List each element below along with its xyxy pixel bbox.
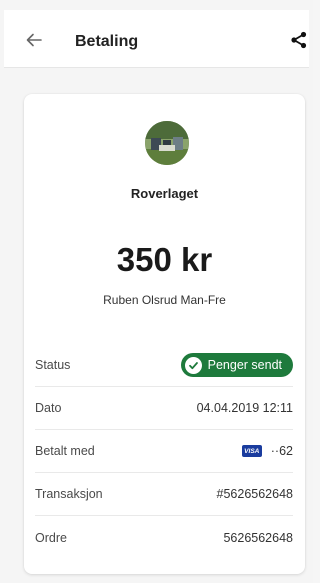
order-label: Ordre xyxy=(35,530,67,545)
date-row: Dato 04.04.2019 12:11 xyxy=(35,387,293,430)
transaction-value: #5626562648 xyxy=(216,487,293,501)
order-row: Ordre 5626562648 xyxy=(35,516,293,559)
screen: Betaling Roverlaget 350 kr Ruben Olsrud … xyxy=(0,0,313,583)
merchant-photo-image xyxy=(145,121,189,165)
transaction-label: Transaksjon xyxy=(35,487,103,501)
share-icon xyxy=(291,31,307,49)
paid-with-row: Betalt med VISA ··62 xyxy=(35,430,293,473)
status-badge: Penger sendt xyxy=(180,353,293,377)
back-button[interactable] xyxy=(24,30,44,50)
paid-with-value: VISA ··62 xyxy=(241,444,293,458)
date-label: Dato xyxy=(35,401,62,415)
receipt-card: Roverlaget 350 kr Ruben Olsrud Man-Fre S… xyxy=(24,94,305,574)
paid-with-label: Betalt med xyxy=(35,444,95,458)
details-list: Status Penger sendt Dato 04.04.2019 12:1… xyxy=(35,344,293,559)
order-value: 5626562648 xyxy=(223,530,293,545)
status-text: Penger sendt xyxy=(207,358,282,372)
page-title: Betaling xyxy=(75,33,139,50)
status-row: Status Penger sendt xyxy=(35,344,293,387)
status-label: Status xyxy=(35,358,71,372)
date-value: 04.04.2019 12:11 xyxy=(196,401,293,415)
card-suffix: ··62 xyxy=(270,444,293,458)
payer-name: Ruben Olsrud Man-Fre xyxy=(103,293,226,307)
visa-card-icon: VISA xyxy=(241,445,262,457)
merchant-avatar xyxy=(145,121,189,165)
payment-amount: 350 kr xyxy=(116,241,213,278)
merchant-name: Roverlaget xyxy=(130,186,199,201)
transaction-row: Transaksjon #5626562648 xyxy=(35,473,293,516)
app-bar: Betaling xyxy=(4,10,309,68)
check-icon xyxy=(184,356,202,374)
share-button[interactable] xyxy=(290,31,310,51)
arrow-left-icon xyxy=(26,33,42,47)
